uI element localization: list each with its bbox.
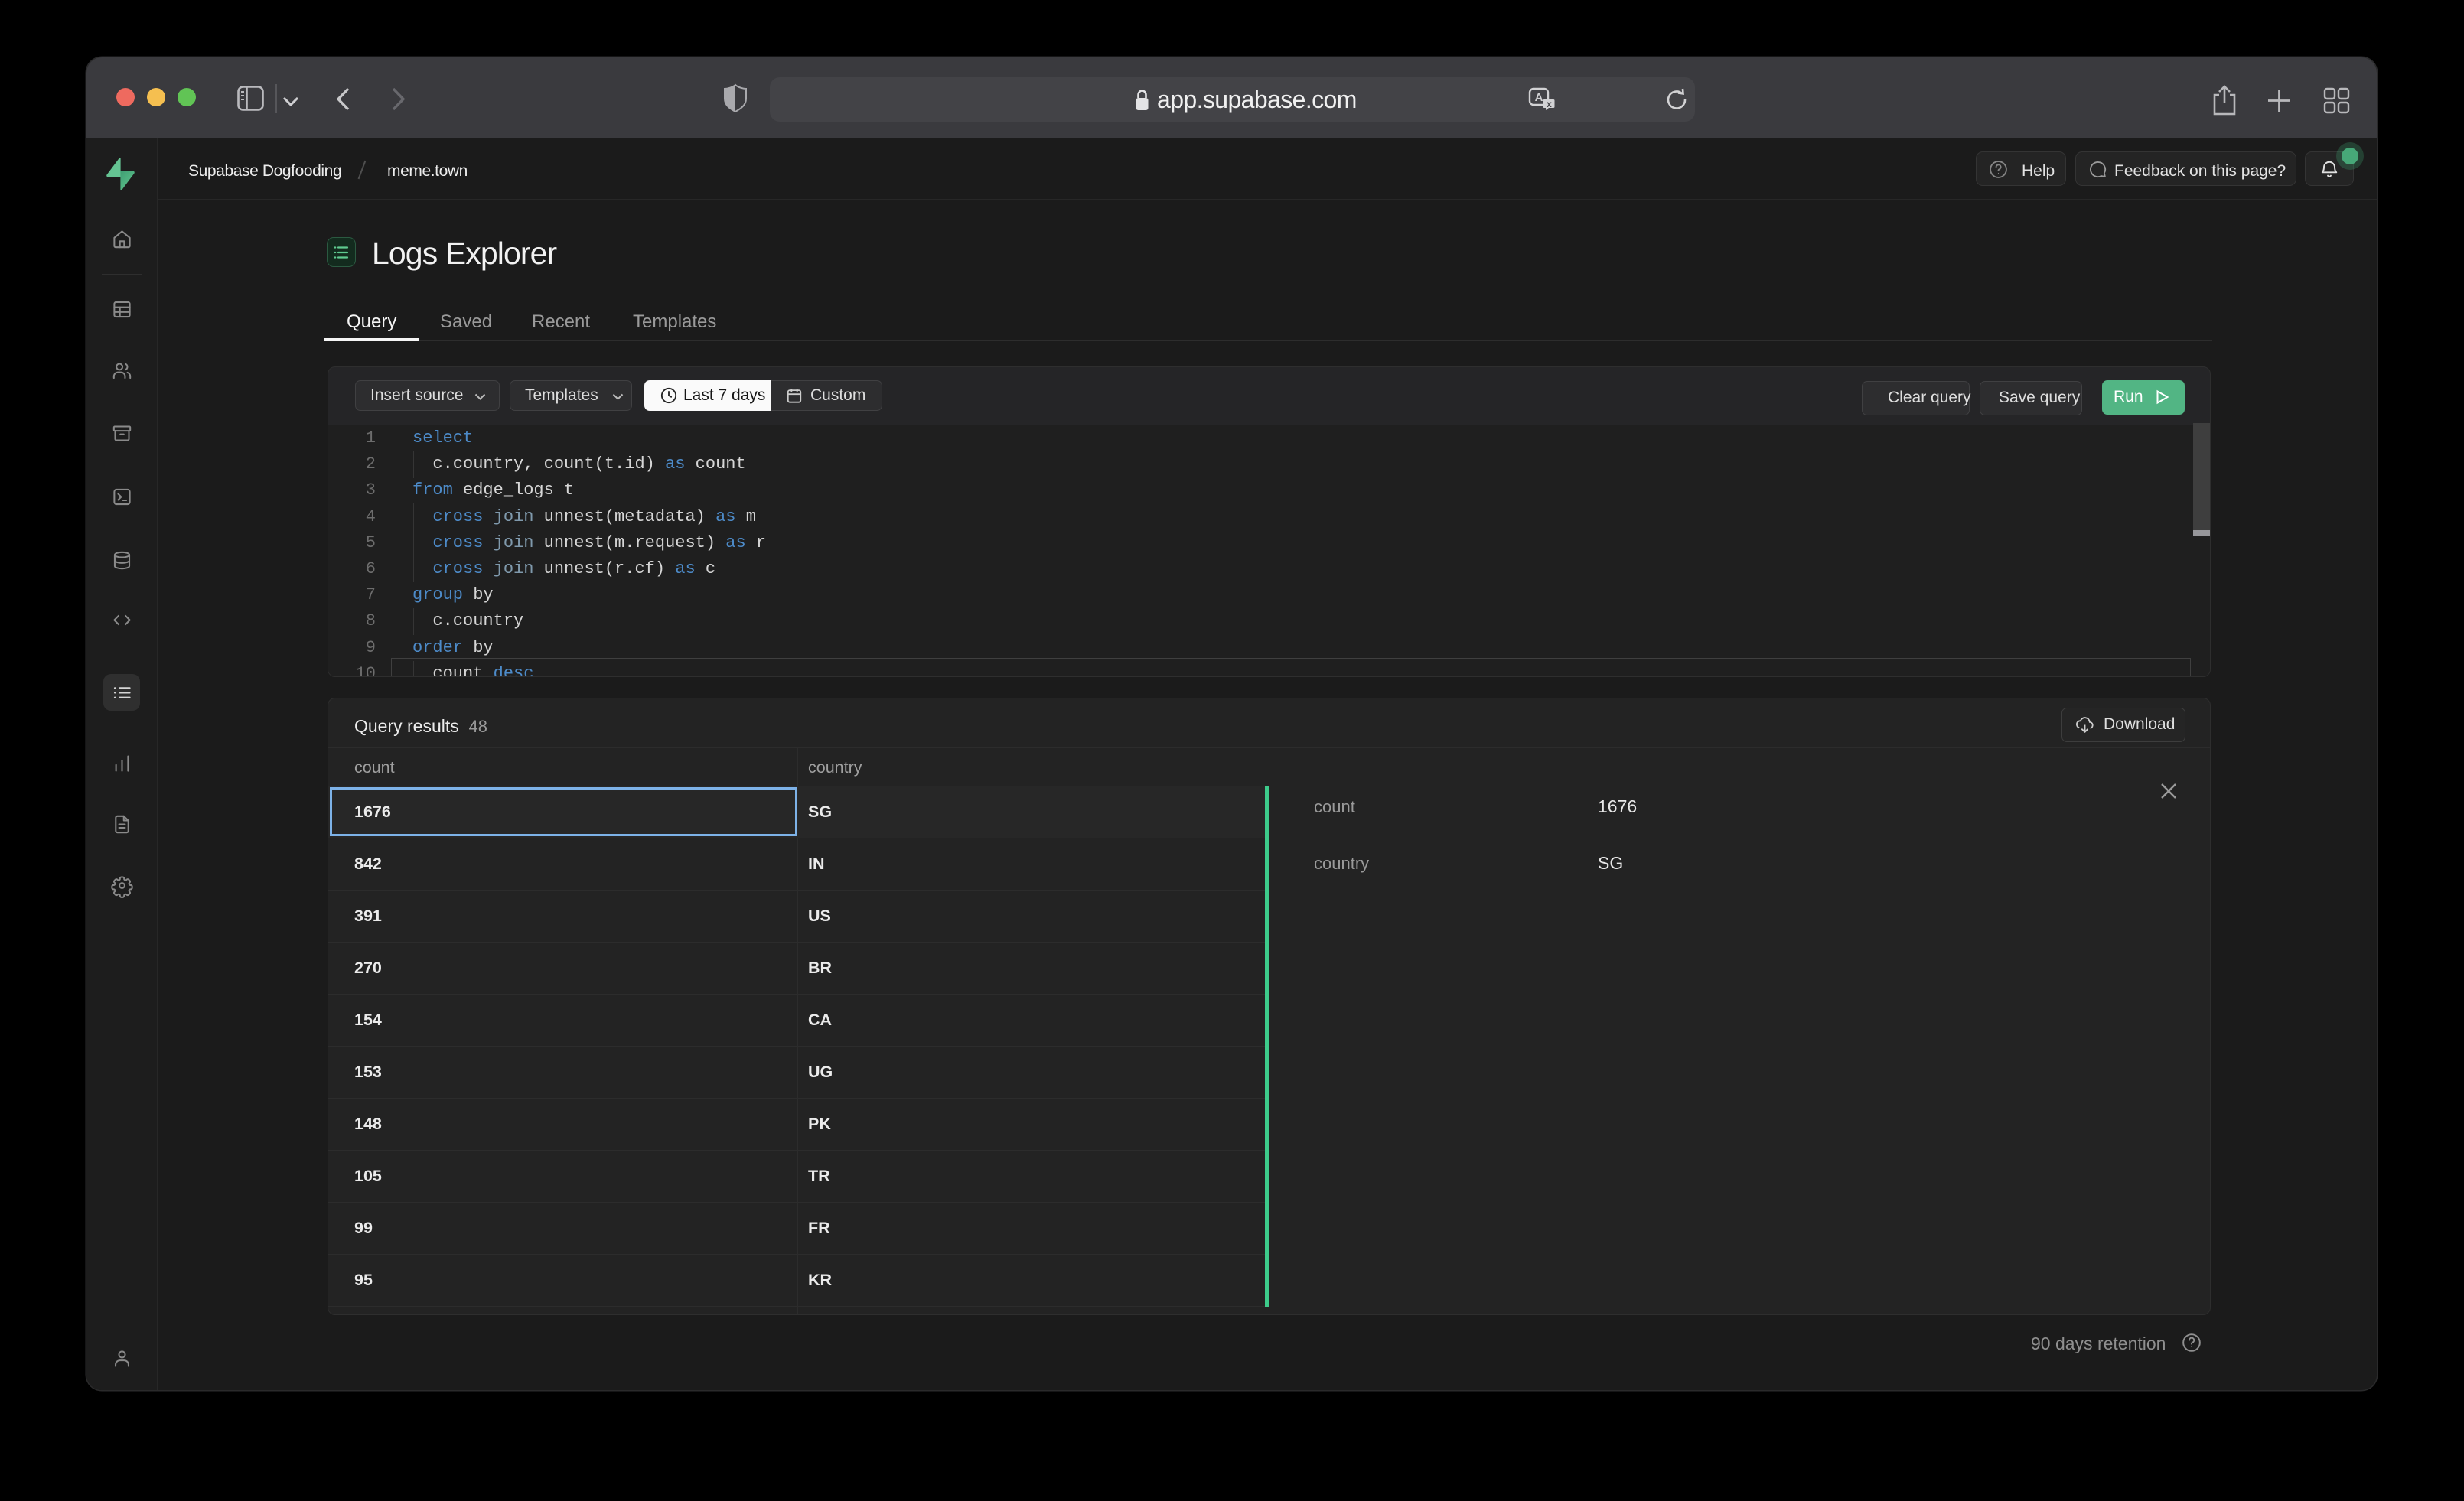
svg-text:A: A (1535, 91, 1543, 104)
svg-text:x: x (1547, 99, 1552, 109)
